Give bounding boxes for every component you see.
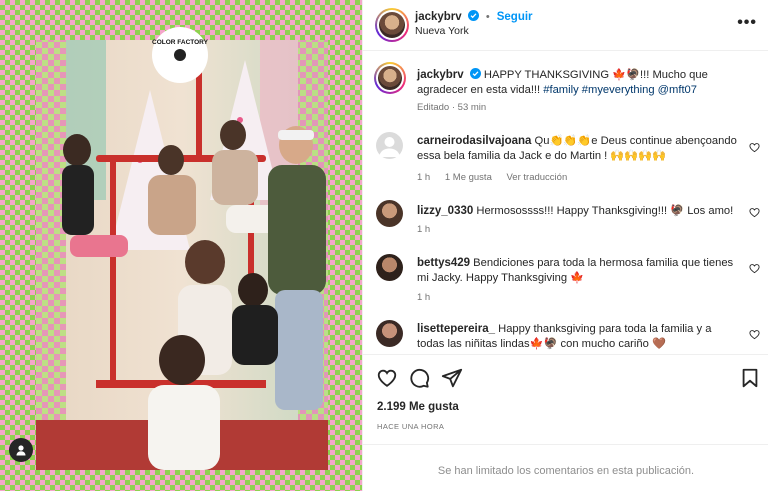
- comment-time: 1 h: [417, 292, 431, 303]
- comment-avatar[interactable]: [376, 132, 403, 159]
- comment-icon[interactable]: [408, 367, 430, 389]
- more-options-icon[interactable]: •••: [737, 14, 757, 32]
- comment-avatar[interactable]: [376, 200, 403, 227]
- post-timestamp[interactable]: HACE UNA HORA: [377, 422, 444, 431]
- heart-icon[interactable]: [749, 329, 760, 340]
- comment-username[interactable]: bettys429: [417, 257, 470, 269]
- follow-button[interactable]: Seguir: [497, 11, 533, 23]
- verified-badge-icon: [467, 10, 479, 21]
- comment-avatar[interactable]: [376, 320, 403, 347]
- translate-link[interactable]: Ver traducción: [507, 172, 568, 183]
- caption-meta: Editado · 53 min: [417, 102, 487, 113]
- post-photo[interactable]: COLOR FACTORY: [0, 0, 362, 491]
- comment-avatar[interactable]: [376, 254, 403, 281]
- share-icon[interactable]: [441, 367, 463, 389]
- photo-sign-text: COLOR FACTORY: [152, 39, 209, 46]
- user-tag-icon[interactable]: [9, 438, 33, 462]
- heart-icon[interactable]: [749, 263, 760, 274]
- instagram-post-view: COLOR FACTORY jackybrv • Seguir Nueva Yo…: [0, 0, 768, 491]
- bookmark-icon[interactable]: [739, 367, 761, 389]
- comment-text: Hermosossss!!! Happy Thanksgiving!!! 🦃 L…: [476, 205, 734, 217]
- caption-mention[interactable]: @mft07: [658, 84, 697, 96]
- family-photo: COLOR FACTORY: [0, 0, 362, 491]
- comment-username[interactable]: lizzy_0330: [417, 205, 473, 217]
- post-location[interactable]: Nueva York: [415, 25, 469, 37]
- comment-username[interactable]: lisettepereira_: [417, 323, 495, 335]
- caption-hashtags[interactable]: #family #myeverything: [543, 84, 654, 96]
- heart-icon[interactable]: [749, 142, 760, 153]
- comment-likes[interactable]: 1 Me gusta: [445, 172, 492, 183]
- comments-list[interactable]: jackybrv HAPPY THANKSGIVING 🍁🦃!!! Mucho …: [363, 52, 768, 354]
- separator-dot: •: [485, 11, 490, 23]
- comment-time: 1 h: [417, 172, 431, 183]
- caption-avatar[interactable]: [374, 62, 406, 94]
- comment-username[interactable]: carneirodasilvajoana: [417, 135, 531, 147]
- post-side-panel: jackybrv • Seguir Nueva York ••• jackybr…: [362, 0, 768, 491]
- author-username[interactable]: jackybrv: [415, 11, 462, 23]
- post-header: jackybrv • Seguir Nueva York •••: [363, 0, 768, 51]
- likes-count[interactable]: 2.199 Me gusta: [377, 401, 459, 413]
- comment-time: 1 h: [417, 224, 431, 235]
- heart-icon[interactable]: [376, 367, 398, 389]
- caption-username[interactable]: jackybrv: [417, 69, 464, 81]
- heart-icon[interactable]: [749, 207, 760, 218]
- post-actions-bar: [363, 354, 768, 400]
- comments-limited-notice: Se han limitado los comentarios en esta …: [363, 444, 768, 491]
- author-avatar[interactable]: [375, 8, 409, 42]
- verified-badge-icon: [469, 68, 481, 79]
